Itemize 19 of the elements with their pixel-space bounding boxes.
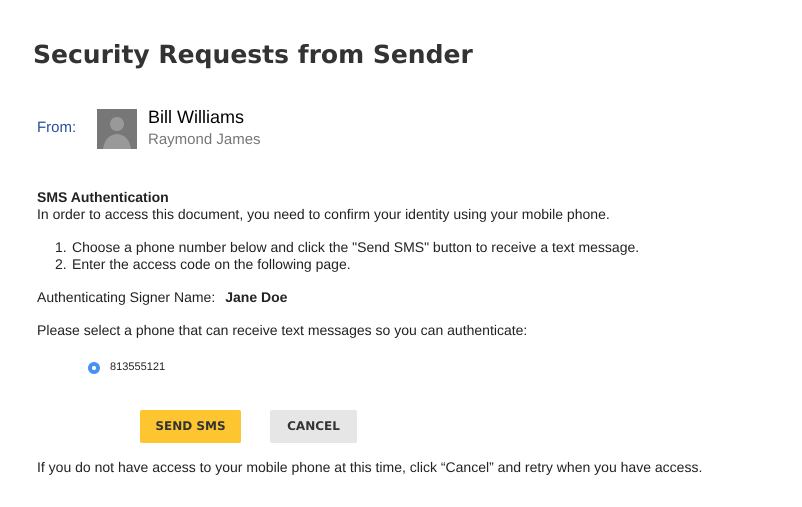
prompt-text: Please select a phone that can receive text messages so you can authenticate: — [37, 322, 528, 339]
section-heading: SMS Authentication — [37, 189, 169, 206]
step-number: 2. — [55, 256, 68, 273]
signer-name: Jane Doe — [225, 289, 288, 306]
step-number: 1. — [55, 239, 68, 256]
page-title: Security Requests from Sender — [33, 39, 473, 71]
step-text: Enter the access code on the following page. — [72, 256, 351, 273]
from-label: From: — [37, 118, 78, 138]
avatar-icon — [97, 108, 137, 148]
send-sms-button[interactable]: SEND SMS — [140, 410, 241, 443]
phone-number: 813555121 — [110, 360, 166, 375]
footer-text: If you do not have access to your mobile phone at this time, click “Cancel” and retry when you have access. — [37, 459, 702, 476]
sender-name: Bill Williams — [148, 106, 244, 128]
step-text: Choose a phone number below and click the "Send SMS" button to receive a text message. — [72, 239, 640, 256]
cancel-button[interactable]: CANCEL — [270, 410, 357, 443]
sender-company: Raymond James — [148, 130, 261, 150]
radio-button[interactable] — [88, 362, 100, 374]
intro-text: In order to access this document, you need to confirm your identity using your mobile phone. — [37, 206, 610, 223]
signer-label: Authenticating Signer Name: — [37, 289, 216, 306]
